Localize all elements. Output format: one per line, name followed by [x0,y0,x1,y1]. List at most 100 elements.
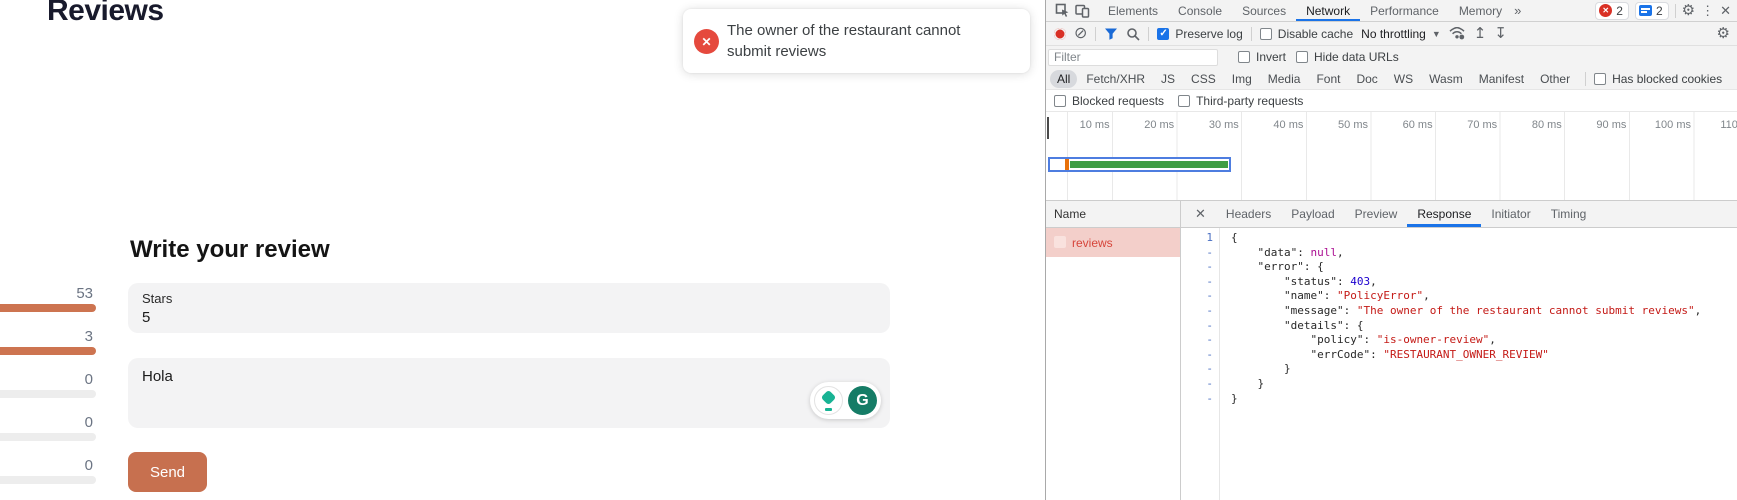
record-network-log-icon[interactable] [1054,28,1066,40]
filter-input[interactable] [1048,49,1218,66]
error-icon: ✕ [1599,4,1612,17]
error-toast: ✕ The owner of the restaurant cannot sub… [683,9,1030,73]
type-filter-media[interactable]: Media [1261,70,1308,88]
device-toolbar-icon[interactable] [1072,4,1092,18]
grammarly-icon[interactable]: G [848,386,877,415]
devtools-tab-console[interactable]: Console [1168,0,1232,21]
timeline-tick-label: 80 ms [1502,119,1562,131]
review-textarea[interactable]: Hola G [128,358,890,428]
type-filter-wasm[interactable]: Wasm [1422,70,1470,88]
toast-message: The owner of the restaurant cannot submi… [727,20,1007,62]
checkbox-unchecked[interactable] [1178,95,1190,107]
response-line: "policy": "is-owner-review", [1231,333,1737,348]
checkbox-unchecked[interactable] [1238,51,1250,63]
request-detail-tabs: ✕ HeadersPayloadPreviewResponseInitiator… [1181,201,1737,227]
name-column-header[interactable]: Name [1046,201,1181,227]
divider [1585,72,1586,86]
devtools-tab-sources[interactable]: Sources [1232,0,1296,21]
overview-selection-bar[interactable] [1048,157,1231,172]
type-filter-img[interactable]: Img [1225,70,1259,88]
type-filter-manifest[interactable]: Manifest [1472,70,1531,88]
response-line: { [1231,231,1737,246]
type-filter-doc[interactable]: Doc [1349,70,1384,88]
has-blocked-cookies-checkbox[interactable]: Has blocked cookies [1594,72,1722,86]
detail-tab-initiator[interactable]: Initiator [1481,201,1540,227]
detail-tab-timing[interactable]: Timing [1541,201,1597,227]
response-line: } [1231,392,1737,407]
timeline-tick-label: 60 ms [1373,119,1433,131]
rating-row: 53 [0,285,96,312]
kebab-menu-icon[interactable]: ⋮ [1701,4,1714,17]
checkbox-unchecked[interactable] [1296,51,1308,63]
checkbox-unchecked[interactable] [1260,28,1272,40]
response-json-body[interactable]: { "data": null, "error": { "status": 403… [1220,228,1737,500]
type-filter-other[interactable]: Other [1533,70,1577,88]
send-button[interactable]: Send [128,452,207,492]
type-filter-css[interactable]: CSS [1184,70,1223,88]
type-filter-fetch-xhr[interactable]: Fetch/XHR [1079,70,1152,88]
import-har-icon[interactable]: ↥ [1474,26,1487,41]
third-party-requests-checkbox[interactable]: Third-party requests [1178,94,1303,108]
rating-row: 0 [0,414,96,441]
devtools-tab-performance[interactable]: Performance [1360,0,1449,21]
issues-badge[interactable]: 2 [1635,2,1669,20]
response-line: } [1231,377,1737,392]
detail-tab-response[interactable]: Response [1407,201,1481,227]
response-line: "error": { [1231,260,1737,275]
devtools-tab-elements[interactable]: Elements [1098,0,1168,21]
clear-network-log-icon[interactable]: ⊘ [1074,26,1087,42]
rating-row: 0 [0,457,96,484]
rating-bar [0,476,96,484]
preserve-log-checkbox[interactable]: Preserve log [1157,27,1242,41]
gutter-line-marker: - [1181,275,1213,290]
gutter-line-marker: 1 [1181,231,1213,246]
disable-cache-checkbox[interactable]: Disable cache [1260,27,1353,41]
invert-checkbox[interactable]: Invert [1238,50,1286,64]
gutter-line-marker: - [1181,362,1213,377]
third-party-requests-label: Third-party requests [1196,94,1303,108]
throttling-dropdown[interactable]: No throttling ▼ [1361,27,1441,41]
timeline-tick-label: 70 ms [1437,119,1497,131]
search-icon[interactable] [1126,27,1140,41]
network-conditions-icon[interactable] [1449,27,1466,40]
review-text: Hola [142,368,876,385]
network-overview-timeline[interactable]: 10 ms20 ms30 ms40 ms50 ms60 ms70 ms80 ms… [1046,112,1737,201]
detail-tab-headers[interactable]: Headers [1216,201,1281,227]
rating-count: 0 [0,457,93,475]
close-details-icon[interactable]: ✕ [1181,201,1216,227]
timeline-tick-label: 50 ms [1308,119,1368,131]
page-title: Reviews [47,0,164,28]
checkbox-checked[interactable] [1157,28,1169,40]
request-row-reviews[interactable]: reviews [1046,228,1180,257]
checkbox-unchecked[interactable] [1054,95,1066,107]
type-filter-js[interactable]: JS [1154,70,1182,88]
gutter-line-marker: - [1181,319,1213,334]
console-errors-badge[interactable]: ✕ 2 [1595,2,1629,20]
grammarly-suggestion-icon[interactable] [814,386,843,415]
filter-funnel-icon[interactable] [1104,27,1118,40]
divider [1095,27,1096,41]
type-filter-font[interactable]: Font [1309,70,1347,88]
gutter-line-marker: - [1181,377,1213,392]
stars-value: 5 [142,309,876,326]
detail-tab-preview[interactable]: Preview [1345,201,1408,227]
network-settings-gear-icon[interactable]: ⚙ [1717,26,1737,41]
more-tabs-icon[interactable]: » [1514,4,1521,17]
checkbox-unchecked[interactable] [1594,73,1606,85]
response-line: } [1231,362,1737,377]
devtools-tab-network[interactable]: Network [1296,0,1360,21]
blocked-requests-checkbox[interactable]: Blocked requests [1054,94,1164,108]
type-filter-all[interactable]: All [1050,70,1077,88]
export-har-icon[interactable]: ↧ [1494,26,1507,41]
close-devtools-icon[interactable]: ✕ [1720,4,1731,17]
type-filter-ws[interactable]: WS [1387,70,1420,88]
settings-gear-icon[interactable]: ⚙ [1682,3,1695,18]
inspect-element-icon[interactable] [1052,3,1072,18]
devtools-tab-memory[interactable]: Memory [1449,0,1512,21]
write-review-title: Write your review [130,236,330,264]
detail-tab-payload[interactable]: Payload [1281,201,1344,227]
hide-data-urls-checkbox[interactable]: Hide data URLs [1296,50,1399,64]
rating-count: 53 [0,285,93,303]
response-line: "data": null, [1231,246,1737,261]
stars-field[interactable]: Stars 5 [128,283,890,333]
